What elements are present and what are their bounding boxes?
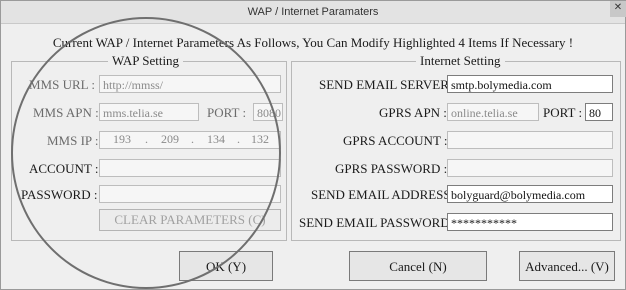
ip-octet-1: 193 [113, 132, 131, 146]
account-label: ACCOUNT : [29, 161, 99, 176]
title-bar: WAP / Internet Paramaters [1, 1, 625, 24]
gprs-port-label: PORT : [543, 105, 583, 120]
mms-apn-label: MMS APN : [33, 105, 99, 120]
send-email-password-label: SEND EMAIL PASSWORD : [299, 215, 457, 230]
window-title: WAP / Internet Paramaters [247, 6, 379, 18]
wap-port-field: 8080 [253, 103, 283, 121]
mms-url-field: http://mmss/ [99, 75, 281, 93]
ip-octet-4: 132 [251, 132, 269, 146]
wap-setting-legend: WAP Setting [112, 53, 180, 68]
advanced-button[interactable]: Advanced... (V) [519, 251, 615, 281]
mms-ip-label: MMS IP : [47, 133, 99, 148]
ip-dot: . [145, 132, 148, 146]
ip-octet-2: 209 [161, 132, 179, 146]
instruction-heading: Current WAP / Internet Parameters As Fol… [52, 35, 574, 50]
dialog-window: WAP / Internet Paramaters ✕ Current WAP … [0, 0, 626, 290]
account-field [99, 159, 281, 177]
gprs-account-label: GPRS ACCOUNT : [343, 133, 448, 148]
gprs-password-field [447, 159, 613, 177]
ip-dot: . [237, 132, 240, 146]
gprs-apn-field: online.telia.se [447, 103, 539, 121]
ip-octet-3: 134 [207, 132, 225, 146]
gprs-apn-label: GPRS APN : [379, 105, 447, 120]
ok-button[interactable]: OK (Y) [179, 251, 273, 281]
close-icon[interactable]: ✕ [610, 1, 626, 17]
send-email-server-input[interactable]: smtp.bolymedia.com [447, 75, 613, 93]
mms-apn-field: mms.telia.se [99, 103, 199, 121]
wap-port-label: PORT : [207, 105, 247, 120]
ip-dot: . [191, 132, 194, 146]
send-email-server-label: SEND EMAIL SERVER : [319, 77, 456, 92]
send-email-address-input[interactable]: bolyguard@bolymedia.com [447, 185, 613, 203]
send-email-password-input[interactable]: *********** [447, 213, 613, 231]
send-email-address-label: SEND EMAIL ADDRESS : [311, 187, 458, 202]
password-label: PASSWORD : [21, 187, 98, 202]
gprs-account-field [447, 131, 613, 149]
internet-setting-legend: Internet Setting [420, 53, 501, 68]
mms-url-label: MMS URL : [29, 77, 95, 92]
gprs-password-label: GPRS PASSWORD : [335, 161, 448, 176]
password-field [99, 185, 281, 203]
cancel-button[interactable]: Cancel (N) [349, 251, 487, 281]
gprs-port-input[interactable]: 80 [585, 103, 613, 121]
clear-parameters-button[interactable]: CLEAR PARAMETERS (C) [99, 209, 281, 231]
